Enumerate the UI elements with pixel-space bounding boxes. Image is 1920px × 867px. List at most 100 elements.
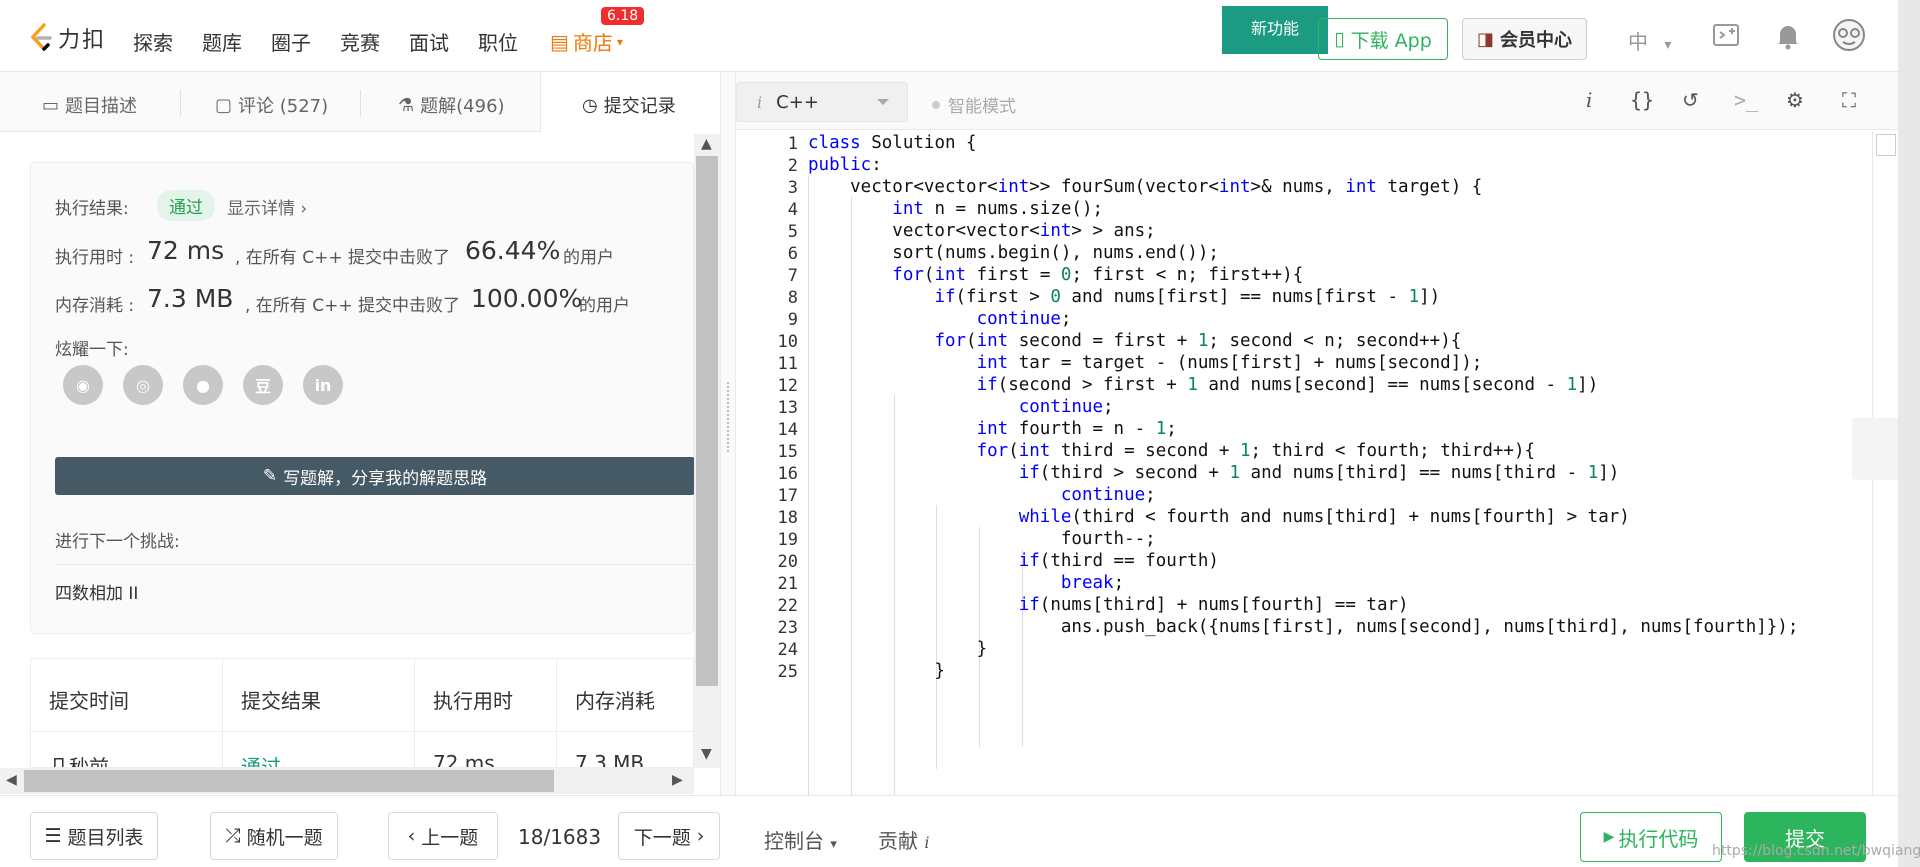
line-number: 7	[787, 266, 798, 286]
write-solution-button[interactable]: ✎ 写题解，分享我的解题思路	[55, 457, 695, 495]
scroll-up-icon[interactable]: ▲	[701, 136, 712, 152]
code-line: int fourth = n - 1;	[976, 419, 1177, 439]
tab-solutions[interactable]: ⚗ 题解(496)	[398, 92, 505, 118]
prev-problem-button[interactable]: ‹ 上一题	[388, 812, 498, 860]
line-number: 2	[787, 156, 798, 176]
left-vertical-scrollbar[interactable]: ▲ ▼	[694, 134, 720, 768]
download-app-label: 下载 App	[1350, 29, 1432, 52]
terminal-icon[interactable]: >_	[1734, 88, 1758, 112]
smart-mode-toggle[interactable]: 智能模式	[932, 92, 1016, 117]
language-select[interactable]: i C++	[736, 82, 908, 122]
submissions-table: 提交时间 提交结果 执行用时 内存消耗 几秒前 通过 72 ms 7.3 MB	[30, 658, 694, 768]
code-line: fourth--;	[808, 529, 1156, 549]
scroll-down-icon[interactable]: ▼	[701, 746, 712, 762]
chevron-down-icon	[877, 99, 889, 105]
submission-status-link[interactable]: 通过	[241, 751, 281, 767]
table-cell: 7.3 MB	[575, 751, 645, 768]
user-avatar[interactable]	[1832, 18, 1866, 56]
info-icon[interactable]: i	[1586, 88, 1592, 112]
random-problem-button[interactable]: ⤮ 随机一题	[210, 812, 338, 860]
notification-bell-icon[interactable]	[1776, 22, 1800, 54]
nav-shop-label: 商店	[572, 31, 613, 55]
scroll-left-icon[interactable]: ◀	[6, 772, 17, 788]
reset-icon[interactable]: ↺	[1682, 88, 1699, 112]
editor-toolbar: i C++ 智能模式 i {} ↺ >_ ⚙ ⛶	[736, 72, 1898, 130]
linkedin-icon[interactable]: in	[303, 365, 343, 405]
line-number: 13	[777, 398, 798, 418]
scroll-thumb[interactable]	[696, 156, 718, 686]
drag-dots-icon	[727, 382, 729, 452]
nav-problemset[interactable]: 题库	[202, 27, 242, 56]
logo-text: 力扣	[58, 28, 107, 53]
column-divider	[556, 659, 557, 767]
code-line: for(int third = second + 1; third < four…	[976, 441, 1536, 461]
code-editor[interactable]: 1 2 3 4 5 6 7 8 9 10 11 12 13 14 15 16 17 18 19 20 21 22 23 24 2…	[736, 131, 1872, 795]
tab-divider	[360, 90, 361, 116]
memory-beat-text: , 在所有 C++ 提交中击败了	[245, 296, 460, 316]
next-challenge-link[interactable]: 四数相加 II	[55, 579, 138, 604]
wechat-icon[interactable]: ◉	[63, 365, 103, 405]
format-code-icon[interactable]: {}	[1630, 88, 1654, 112]
download-app-button[interactable]: ▯ 下载 App	[1318, 18, 1448, 60]
next-problem-button[interactable]: 下一题 ›	[618, 812, 720, 860]
qq-icon[interactable]: ●	[183, 365, 223, 405]
tab-solutions-label: 题解(496)	[420, 96, 505, 117]
flask-icon: ⚗	[398, 94, 415, 116]
smart-mode-label: 智能模式	[948, 97, 1016, 117]
scroll-right-icon[interactable]: ▶	[672, 772, 683, 788]
problem-list-button[interactable]: ☰ 题目列表	[30, 812, 158, 860]
line-number: 23	[777, 618, 798, 638]
window-scrollbar[interactable]	[1898, 0, 1920, 867]
new-feature-banner[interactable]: 新功能	[1222, 6, 1328, 54]
next-label: 下一题	[633, 826, 691, 849]
phone-icon: ▯	[1334, 28, 1345, 50]
weibo-icon[interactable]: ◎	[123, 365, 163, 405]
nav-circle[interactable]: 圈子	[271, 27, 311, 56]
settings-gear-icon[interactable]: ⚙	[1786, 88, 1804, 112]
tab-description[interactable]: ▭ 题目描述	[42, 92, 137, 118]
line-number: 6	[787, 244, 798, 264]
pencil-icon: ✎	[262, 466, 278, 486]
nav-shop[interactable]: ▤ 商店 ▾	[550, 27, 623, 56]
bottom-action-bar: ☰ 题目列表 ⤮ 随机一题 ‹ 上一题 18/1683 下一题 › 控制台 ▾ …	[0, 795, 1920, 867]
floating-side-tab[interactable]	[1852, 418, 1898, 480]
chevron-down-icon: ▾	[830, 837, 837, 852]
nav-contest[interactable]: 竞赛	[340, 27, 380, 56]
console-toggle[interactable]: 控制台 ▾	[764, 825, 837, 854]
playground-icon[interactable]	[1712, 22, 1742, 54]
scroll-thumb[interactable]	[24, 770, 554, 792]
tab-submissions[interactable]: ◷ 提交记录	[582, 92, 676, 118]
line-number: 3	[787, 178, 798, 198]
table-cell: 几秒前	[49, 755, 109, 768]
editor-minimap-corner	[1876, 134, 1896, 156]
code-line: ans.push_back({nums[first], nums[second]…	[808, 617, 1799, 637]
shuffle-icon: ⤮	[225, 825, 241, 847]
nav-explore[interactable]: 探索	[133, 27, 173, 56]
tab-submissions-label: 提交记录	[603, 96, 676, 117]
panel-resize-handle[interactable]	[720, 72, 736, 795]
runtime-percent: 66.44%	[465, 236, 561, 265]
new-feature-label: 新功能	[1250, 19, 1299, 38]
left-horizontal-scrollbar[interactable]: ◀ ▶	[0, 768, 694, 794]
line-number: 9	[787, 310, 798, 330]
fullscreen-icon[interactable]: ⛶	[1842, 88, 1856, 112]
tab-comments[interactable]: ▢ 评论 (527)	[215, 92, 328, 118]
nav-interview[interactable]: 面试	[409, 27, 449, 56]
code-line: for(int first = 0; first < n; first++){	[892, 265, 1304, 285]
code-line: while(third < fourth and nums[third] + n…	[1018, 507, 1630, 527]
show-details-link[interactable]: 显示详情 ›	[227, 194, 307, 219]
chevron-down-icon: ▾	[1664, 37, 1672, 53]
play-icon: ▶	[1603, 829, 1615, 845]
douban-icon[interactable]: 豆	[243, 365, 283, 405]
language-switch[interactable]: 中 ▾	[1628, 26, 1671, 55]
run-code-button[interactable]: ▶ 执行代码	[1580, 812, 1722, 862]
contribute-button[interactable]: 贡献 i	[878, 825, 929, 854]
tab-divider	[180, 90, 181, 116]
leetcode-logo-icon	[30, 23, 52, 51]
table-header: 提交结果	[241, 689, 321, 713]
nav-jobs[interactable]: 职位	[478, 27, 518, 56]
vip-center-button[interactable]: ◨ 会员中心	[1462, 18, 1587, 60]
leetcode-logo[interactable]: 力扣	[28, 22, 106, 54]
tab-comments-label: 评论 (527)	[238, 96, 329, 117]
comment-icon: ▢	[215, 94, 233, 116]
